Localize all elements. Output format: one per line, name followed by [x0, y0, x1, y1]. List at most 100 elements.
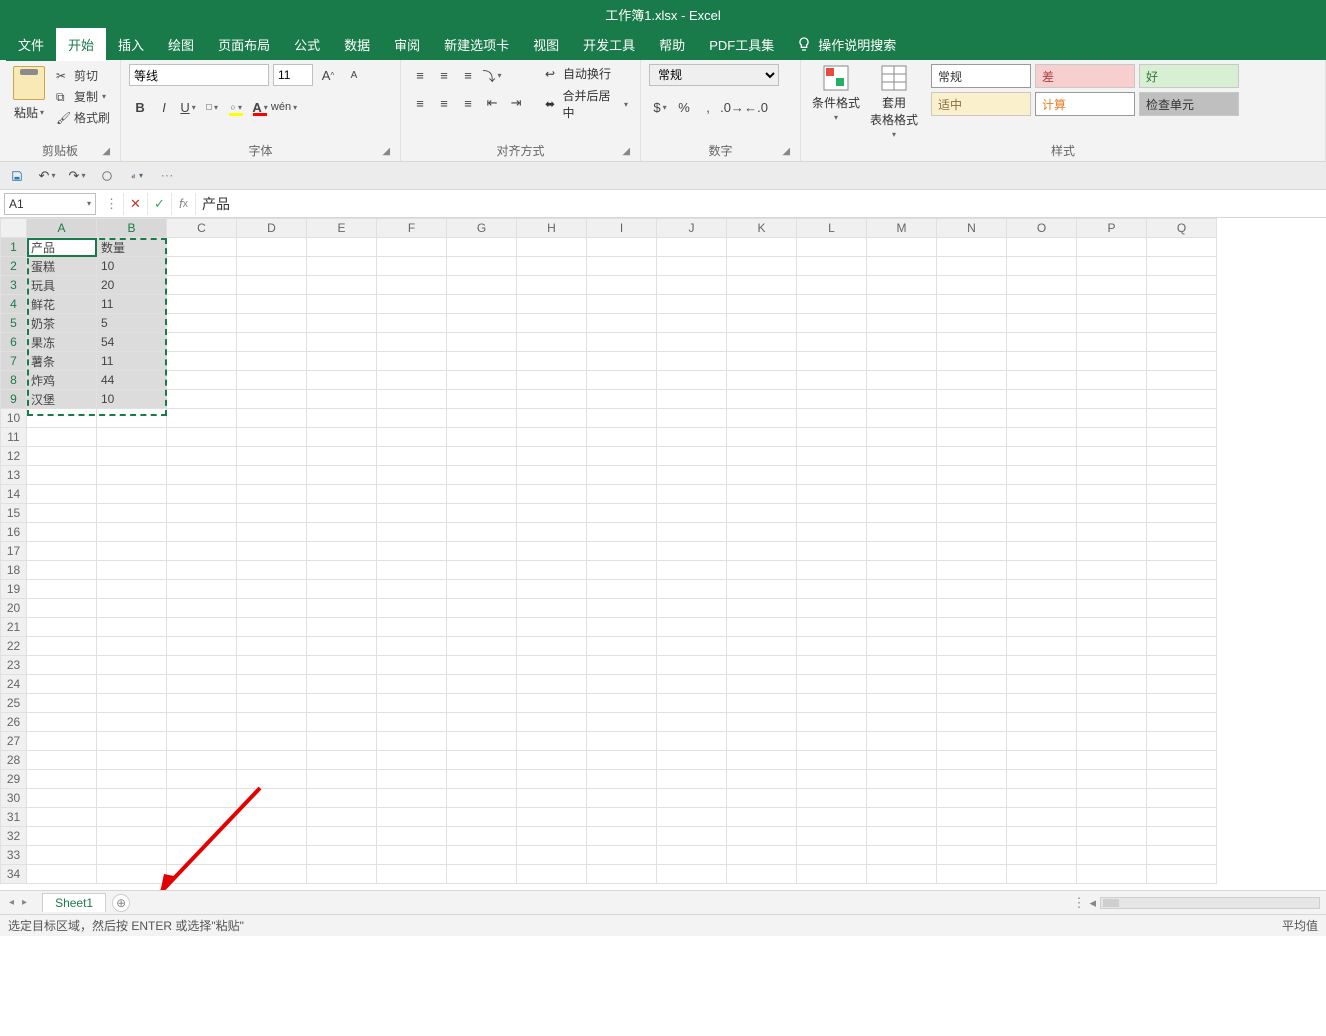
cell[interactable] [1147, 770, 1217, 789]
cell[interactable] [1007, 542, 1077, 561]
cell[interactable] [167, 314, 237, 333]
cell[interactable] [1077, 751, 1147, 770]
column-header[interactable]: K [727, 219, 797, 238]
cell[interactable]: 产品 [27, 238, 97, 257]
cell[interactable] [1147, 618, 1217, 637]
cell[interactable] [657, 504, 727, 523]
row-header[interactable]: 17 [1, 542, 27, 561]
cell[interactable] [587, 751, 657, 770]
cell[interactable] [587, 352, 657, 371]
conditional-format-button[interactable]: 条件格式▾ [809, 64, 863, 140]
cell[interactable] [867, 637, 937, 656]
cell[interactable] [517, 599, 587, 618]
row-header[interactable]: 12 [1, 447, 27, 466]
cell[interactable] [657, 675, 727, 694]
cell[interactable] [377, 447, 447, 466]
cell[interactable] [447, 390, 517, 409]
cell[interactable] [797, 865, 867, 884]
cell[interactable] [797, 409, 867, 428]
cell[interactable] [797, 789, 867, 808]
cell[interactable] [237, 694, 307, 713]
cell[interactable] [1007, 789, 1077, 808]
cell[interactable] [167, 656, 237, 675]
cell[interactable] [1077, 827, 1147, 846]
align-middle-button[interactable]: ≡ [433, 64, 455, 86]
cell[interactable] [1147, 523, 1217, 542]
align-center-button[interactable]: ≡ [433, 92, 455, 114]
sheet-tab-1[interactable]: Sheet1 [42, 893, 106, 912]
percent-button[interactable]: % [673, 96, 695, 118]
cell[interactable] [727, 865, 797, 884]
cell[interactable] [937, 371, 1007, 390]
cell[interactable] [167, 542, 237, 561]
tab-review[interactable]: 审阅 [382, 28, 432, 61]
cell[interactable] [1007, 561, 1077, 580]
cell[interactable] [587, 865, 657, 884]
cell[interactable] [1007, 732, 1077, 751]
cell[interactable] [937, 846, 1007, 865]
cell[interactable] [657, 561, 727, 580]
cell[interactable] [1147, 314, 1217, 333]
cell[interactable] [867, 751, 937, 770]
cell[interactable] [657, 770, 727, 789]
cell[interactable] [937, 713, 1007, 732]
increase-font-button[interactable]: A^ [317, 64, 339, 86]
cell[interactable] [237, 865, 307, 884]
cell[interactable] [447, 333, 517, 352]
row-header[interactable]: 20 [1, 599, 27, 618]
cell[interactable] [377, 580, 447, 599]
cell[interactable] [727, 656, 797, 675]
cell[interactable] [447, 770, 517, 789]
cell[interactable] [237, 599, 307, 618]
cell[interactable] [797, 694, 867, 713]
cell[interactable] [937, 466, 1007, 485]
cell[interactable] [517, 276, 587, 295]
cell[interactable] [1077, 314, 1147, 333]
cell[interactable] [307, 238, 377, 257]
cell[interactable] [657, 314, 727, 333]
cell[interactable] [27, 713, 97, 732]
cell[interactable] [447, 637, 517, 656]
cell[interactable] [937, 561, 1007, 580]
cell[interactable] [237, 276, 307, 295]
cell[interactable] [1007, 751, 1077, 770]
row-header[interactable]: 11 [1, 428, 27, 447]
fill-color-button[interactable] [225, 96, 247, 118]
cell[interactable] [27, 618, 97, 637]
paste-icon[interactable] [13, 66, 45, 100]
cell[interactable] [237, 580, 307, 599]
cell[interactable] [377, 333, 447, 352]
cell[interactable] [1077, 447, 1147, 466]
cell[interactable] [657, 523, 727, 542]
cell[interactable] [237, 542, 307, 561]
cell[interactable] [167, 504, 237, 523]
tab-nav[interactable]: ◂▸ [0, 897, 36, 908]
cell[interactable] [867, 580, 937, 599]
cell[interactable] [167, 618, 237, 637]
cell[interactable] [727, 789, 797, 808]
cell[interactable] [517, 466, 587, 485]
cell[interactable] [447, 238, 517, 257]
cell[interactable] [167, 580, 237, 599]
cell[interactable] [587, 694, 657, 713]
cell[interactable] [1077, 580, 1147, 599]
row-header[interactable]: 26 [1, 713, 27, 732]
cell[interactable] [867, 865, 937, 884]
cell[interactable]: 汉堡 [27, 390, 97, 409]
cell[interactable] [1007, 238, 1077, 257]
cell[interactable] [797, 504, 867, 523]
cell[interactable] [167, 599, 237, 618]
cell[interactable] [237, 523, 307, 542]
align-bottom-button[interactable]: ≡ [457, 64, 479, 86]
cell[interactable] [587, 276, 657, 295]
cell[interactable] [167, 352, 237, 371]
cell[interactable] [797, 827, 867, 846]
cell[interactable] [1147, 238, 1217, 257]
cell[interactable] [307, 447, 377, 466]
cell[interactable] [237, 656, 307, 675]
cell[interactable] [867, 561, 937, 580]
cell[interactable] [1077, 542, 1147, 561]
cell[interactable] [517, 637, 587, 656]
paste-button[interactable]: 粘贴▾ [14, 104, 44, 121]
cell[interactable] [447, 846, 517, 865]
